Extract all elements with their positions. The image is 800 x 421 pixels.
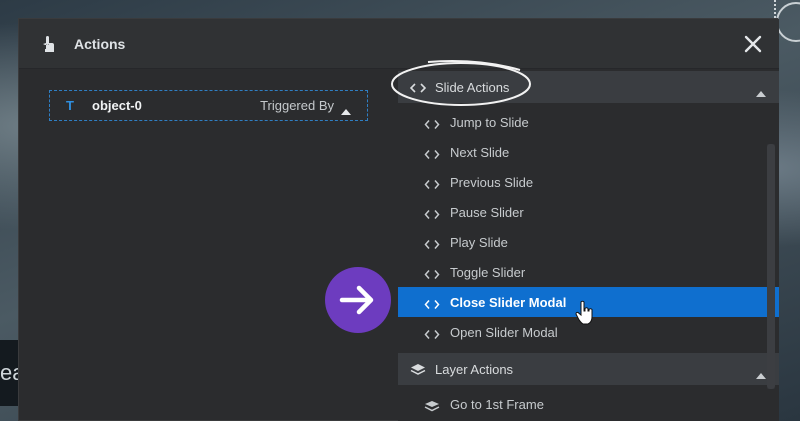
action-item-toggle-slider[interactable]: Toggle Slider [398, 257, 779, 287]
action-item-label: Toggle Slider [450, 265, 526, 280]
list-scrollbar[interactable] [767, 144, 775, 389]
action-item-label: Pause Slider [450, 205, 524, 220]
touch-hand-icon [41, 35, 57, 53]
hand-cursor-icon [575, 300, 593, 325]
action-item-label: Go to 1st Frame [450, 397, 544, 412]
scrollbar-thumb[interactable] [767, 144, 775, 389]
code-brackets-icon [424, 237, 440, 249]
trigger-row[interactable]: T object-0 Triggered By [49, 90, 368, 121]
code-brackets-icon [424, 177, 440, 189]
pointer-arrow-badge [325, 267, 391, 333]
caret-up-icon[interactable] [756, 366, 766, 379]
action-item-jump-to-slide[interactable]: Jump to Slide [398, 107, 779, 137]
arrow-right-icon [339, 285, 374, 315]
action-item-pause-slider[interactable]: Pause Slider [398, 197, 779, 227]
text-layer-type-icon: T [66, 98, 74, 113]
caret-up-icon[interactable] [341, 102, 351, 115]
category-label: Layer Actions [435, 362, 514, 377]
trigger-object-name: object-0 [92, 98, 142, 113]
code-brackets-icon [424, 147, 440, 159]
category-layer-actions[interactable]: Layer Actions [398, 353, 779, 385]
close-icon[interactable] [743, 34, 763, 54]
code-brackets-icon [424, 267, 440, 279]
action-item-label: Play Slide [450, 235, 508, 250]
dialog-title: Actions [74, 36, 126, 52]
code-brackets-icon [424, 207, 440, 219]
layers-icon [424, 399, 440, 412]
triggered-by-dropdown[interactable]: Triggered By [260, 98, 334, 113]
code-brackets-icon [424, 327, 440, 339]
action-item-label: Next Slide [450, 145, 510, 160]
action-item-play-slide[interactable]: Play Slide [398, 227, 779, 257]
annotation-circle [391, 60, 531, 106]
action-item-previous-slide[interactable]: Previous Slide [398, 167, 779, 197]
action-item-next-slide[interactable]: Next Slide [398, 137, 779, 167]
action-item-label: Close Slider Modal [450, 295, 567, 310]
action-item-label: Previous Slide [450, 175, 534, 190]
action-item-label: Jump to Slide [450, 115, 529, 130]
action-item-go-to-1st-frame[interactable]: Go to 1st Frame [398, 389, 779, 419]
code-brackets-icon [424, 117, 440, 129]
action-list-panel: Slide Actions Jump to Slide Next Slide P… [398, 69, 779, 421]
action-item-label: Open Slider Modal [450, 325, 558, 340]
layers-icon [410, 363, 426, 375]
caret-up-icon[interactable] [756, 84, 766, 97]
code-brackets-icon [424, 297, 440, 309]
background-dotted-line [774, 0, 776, 18]
